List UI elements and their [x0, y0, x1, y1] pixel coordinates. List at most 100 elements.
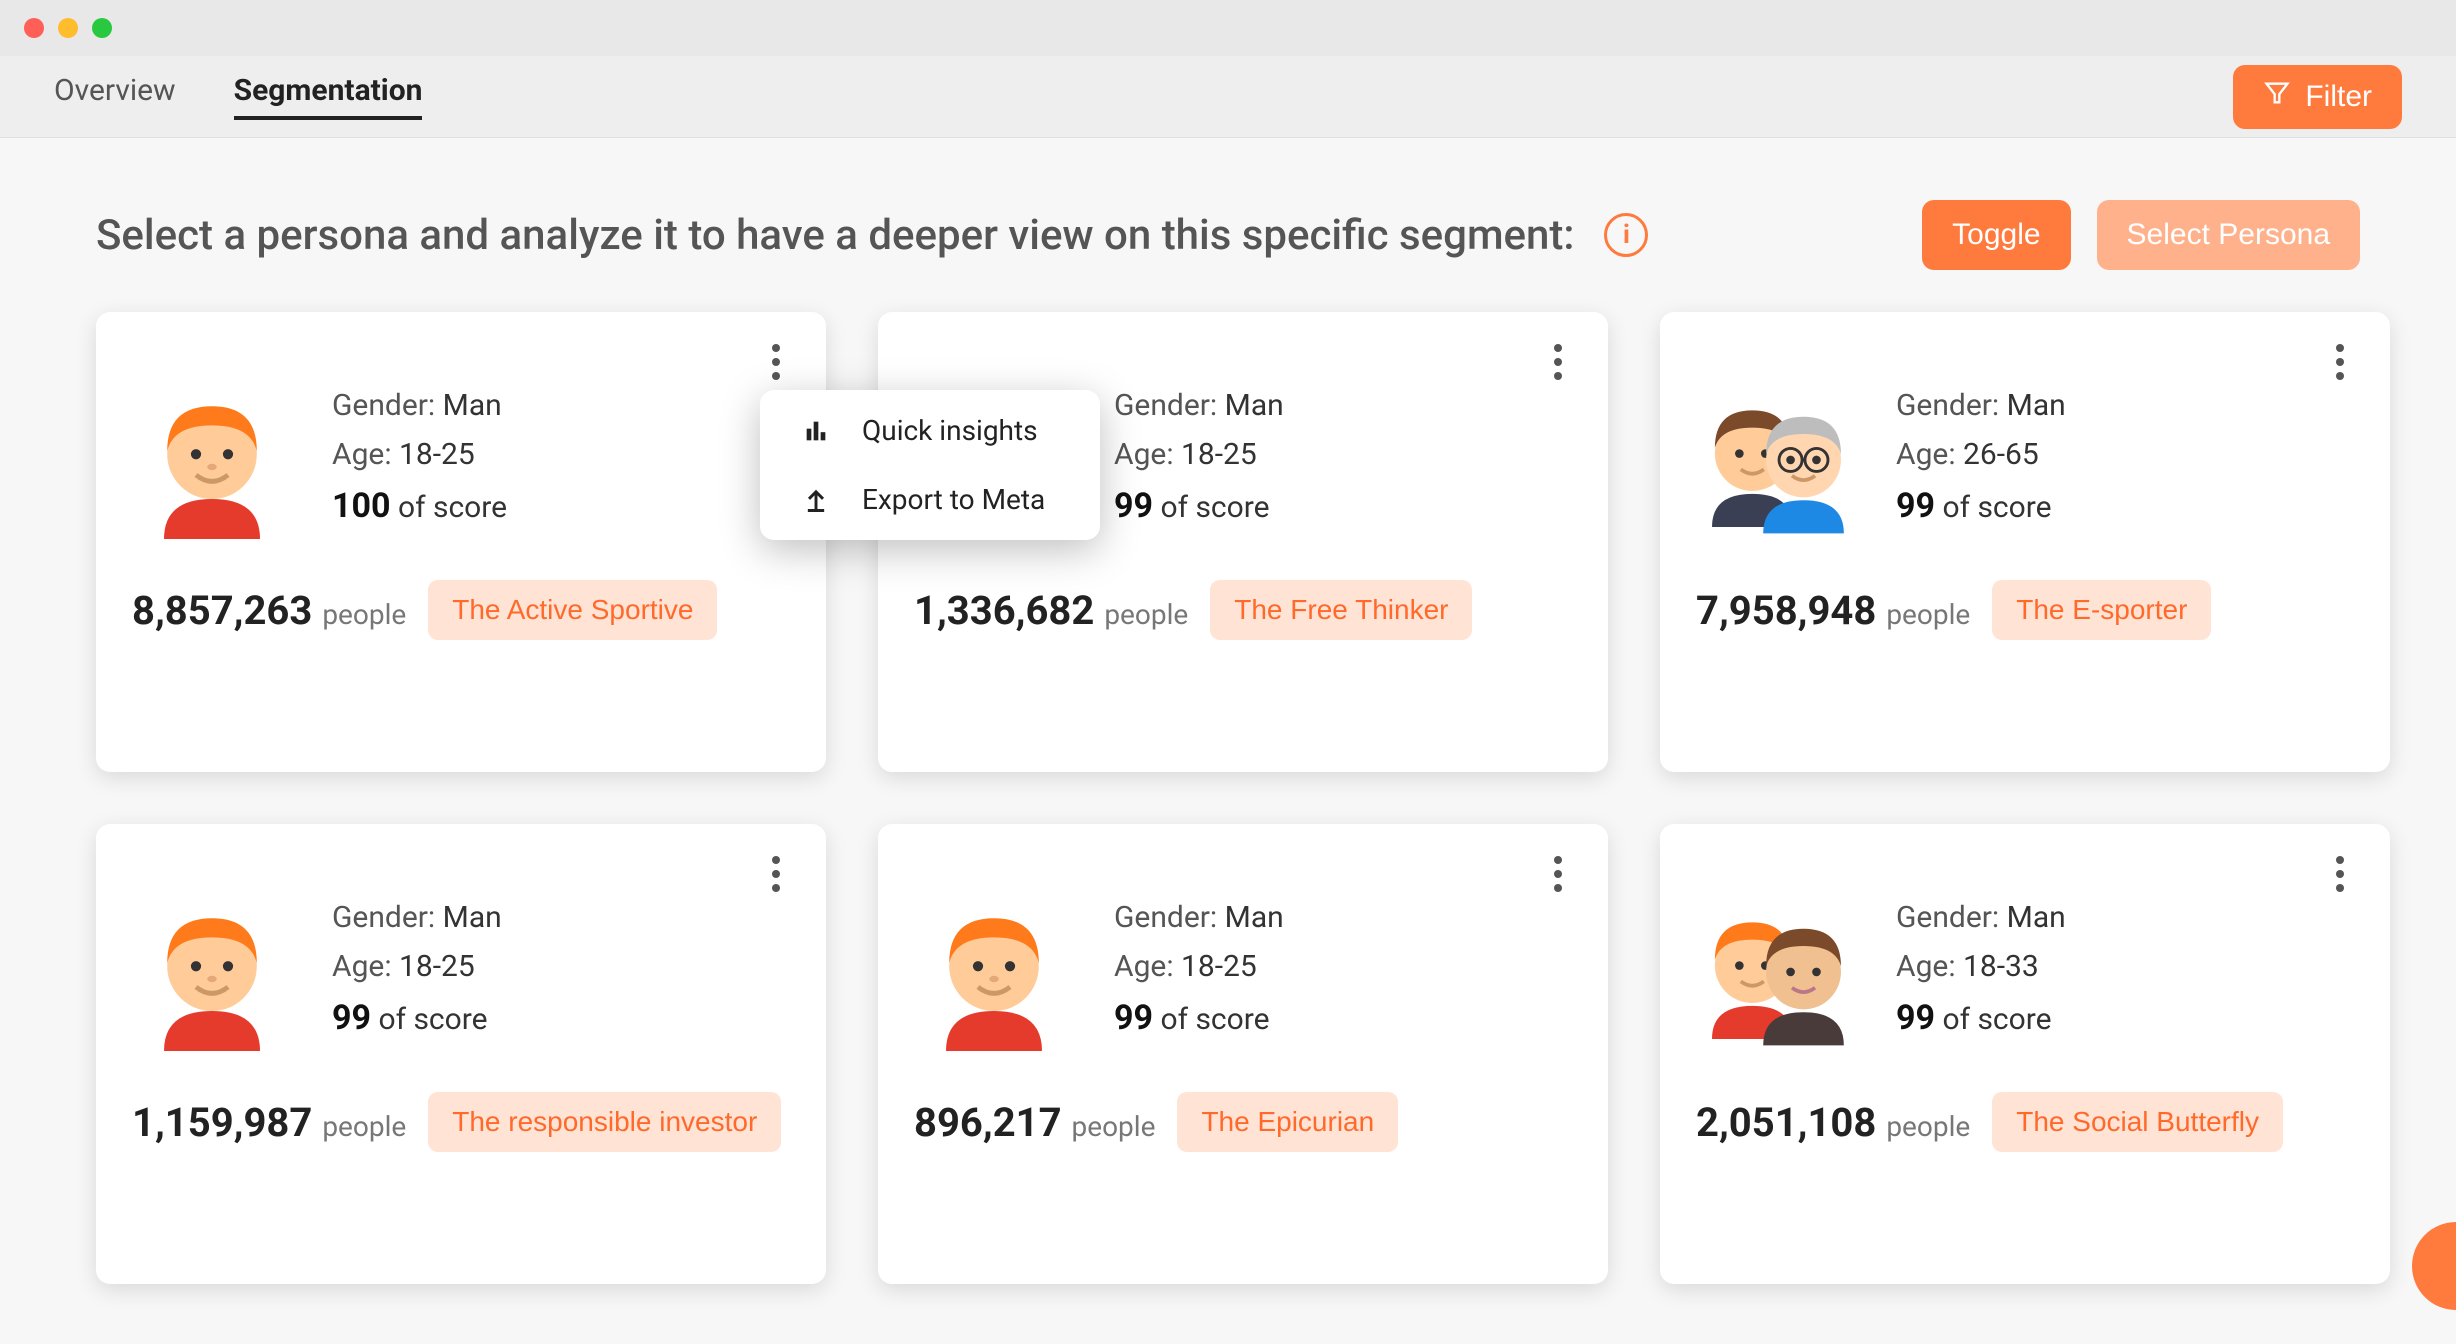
- score-suffix: of score: [398, 490, 507, 525]
- filter-icon: [2263, 79, 2291, 115]
- people-label: people: [322, 1110, 406, 1143]
- persona-avatar: [914, 890, 1074, 1060]
- gender-value: Man: [443, 388, 502, 423]
- card-more-button[interactable]: [2320, 342, 2360, 382]
- card-more-button[interactable]: [2320, 854, 2360, 894]
- persona-meta: Gender: Man Age: 18-25 100 of score: [332, 378, 507, 526]
- people-label: people: [1104, 598, 1188, 631]
- bar-chart-icon: [800, 415, 832, 447]
- page-title: Select a persona and analyze it to have …: [96, 211, 1574, 260]
- age-label: Age:: [332, 437, 392, 472]
- persona-grid: Gender: Man Age: 18-25 100 of score 8,85…: [0, 300, 2456, 1344]
- card-more-button[interactable]: [756, 342, 796, 382]
- score-value: 99: [1896, 998, 1935, 1038]
- people-label: people: [322, 598, 406, 631]
- score-value: 99: [1114, 486, 1153, 526]
- score-suffix: of score: [1160, 1002, 1269, 1037]
- persona-meta: Gender: Man Age: 18-25 99 of score: [1114, 378, 1284, 526]
- age-label: Age:: [1896, 437, 1956, 472]
- persona-avatar: [1696, 378, 1856, 548]
- filter-label: Filter: [2305, 80, 2372, 114]
- gender-value: Man: [2007, 900, 2066, 935]
- people-count: 1,159,987: [132, 1099, 312, 1146]
- persona-card[interactable]: Gender: Man Age: 26-65 99 of score 7,958…: [1660, 312, 2390, 772]
- people-count: 896,217: [914, 1099, 1062, 1146]
- age-value: 18-25: [399, 437, 475, 472]
- tab-bar: Overview Segmentation: [54, 73, 422, 120]
- info-icon[interactable]: i: [1604, 213, 1648, 257]
- score-suffix: of score: [1160, 490, 1269, 525]
- upload-icon: [800, 484, 832, 516]
- heading-buttons: Toggle Select Persona: [1922, 200, 2360, 270]
- score-value: 99: [1896, 486, 1935, 526]
- persona-card[interactable]: Gender: Man Age: 18-25 99 of score 1,159…: [96, 824, 826, 1284]
- score-value: 99: [1114, 998, 1153, 1038]
- people-count: 8,857,263: [132, 587, 312, 634]
- people-label: people: [1072, 1110, 1156, 1143]
- tab-segmentation[interactable]: Segmentation: [234, 73, 423, 120]
- persona-meta: Gender: Man Age: 26-65 99 of score: [1896, 378, 2066, 526]
- score-value: 99: [332, 998, 371, 1038]
- score-suffix: of score: [1942, 1002, 2051, 1037]
- card-more-button[interactable]: [1538, 854, 1578, 894]
- persona-tag[interactable]: The E-sporter: [1992, 580, 2211, 640]
- gender-label: Gender:: [332, 900, 435, 935]
- age-value: 18-25: [1181, 949, 1257, 984]
- gender-label: Gender:: [332, 388, 435, 423]
- score-suffix: of score: [1942, 490, 2051, 525]
- age-label: Age:: [332, 949, 392, 984]
- persona-card[interactable]: Gender: Man Age: 18-25 99 of score 1,336…: [878, 312, 1608, 772]
- age-value: 18-33: [1963, 949, 2039, 984]
- menu-export-to-meta-label: Export to Meta: [862, 483, 1045, 516]
- people-count: 1,336,682: [914, 587, 1094, 634]
- gender-label: Gender:: [1114, 388, 1217, 423]
- people-count: 2,051,108: [1696, 1099, 1876, 1146]
- people-count: 7,958,948: [1696, 587, 1876, 634]
- persona-avatar: [132, 890, 292, 1060]
- persona-avatar: [132, 378, 292, 548]
- filter-button[interactable]: Filter: [2233, 65, 2402, 129]
- gender-value: Man: [443, 900, 502, 935]
- persona-card[interactable]: Gender: Man Age: 18-25 99 of score 896,2…: [878, 824, 1608, 1284]
- age-value: 26-65: [1963, 437, 2039, 472]
- window-close-dot[interactable]: [24, 18, 44, 38]
- window-minimize-dot[interactable]: [58, 18, 78, 38]
- persona-meta: Gender: Man Age: 18-25 99 of score: [332, 890, 502, 1038]
- persona-card[interactable]: Gender: Man Age: 18-25 100 of score 8,85…: [96, 312, 826, 772]
- persona-tag[interactable]: The Free Thinker: [1210, 580, 1472, 640]
- card-more-button[interactable]: [756, 854, 796, 894]
- window-chrome: [0, 0, 2456, 56]
- card-context-menu: Quick insights Export to Meta: [760, 390, 1100, 540]
- age-value: 18-25: [399, 949, 475, 984]
- menu-quick-insights-label: Quick insights: [862, 414, 1038, 447]
- age-label: Age:: [1114, 949, 1174, 984]
- gender-value: Man: [1225, 900, 1284, 935]
- age-value: 18-25: [1181, 437, 1257, 472]
- gender-label: Gender:: [1114, 900, 1217, 935]
- persona-tag[interactable]: The Social Butterfly: [1992, 1092, 2283, 1152]
- menu-quick-insights[interactable]: Quick insights: [800, 414, 1060, 447]
- window-maximize-dot[interactable]: [92, 18, 112, 38]
- tab-overview[interactable]: Overview: [54, 73, 176, 120]
- top-bar: Overview Segmentation Filter: [0, 56, 2456, 138]
- persona-tag[interactable]: The Epicurian: [1177, 1092, 1398, 1152]
- persona-tag[interactable]: The Active Sportive: [428, 580, 717, 640]
- people-label: people: [1886, 1110, 1970, 1143]
- persona-avatar: [1696, 890, 1856, 1060]
- persona-tag[interactable]: The responsible investor: [428, 1092, 781, 1152]
- gender-label: Gender:: [1896, 900, 1999, 935]
- toggle-button[interactable]: Toggle: [1922, 200, 2070, 270]
- card-more-button[interactable]: [1538, 342, 1578, 382]
- gender-value: Man: [2007, 388, 2066, 423]
- gender-value: Man: [1225, 388, 1284, 423]
- heading-left: Select a persona and analyze it to have …: [96, 211, 1648, 260]
- page-heading-row: Select a persona and analyze it to have …: [0, 138, 2456, 300]
- menu-export-to-meta[interactable]: Export to Meta: [800, 483, 1060, 516]
- select-persona-button[interactable]: Select Persona: [2097, 200, 2360, 270]
- people-label: people: [1886, 598, 1970, 631]
- persona-card[interactable]: Gender: Man Age: 18-33 99 of score 2,051…: [1660, 824, 2390, 1284]
- age-label: Age:: [1114, 437, 1174, 472]
- score-value: 100: [332, 486, 391, 526]
- persona-meta: Gender: Man Age: 18-33 99 of score: [1896, 890, 2066, 1038]
- age-label: Age:: [1896, 949, 1956, 984]
